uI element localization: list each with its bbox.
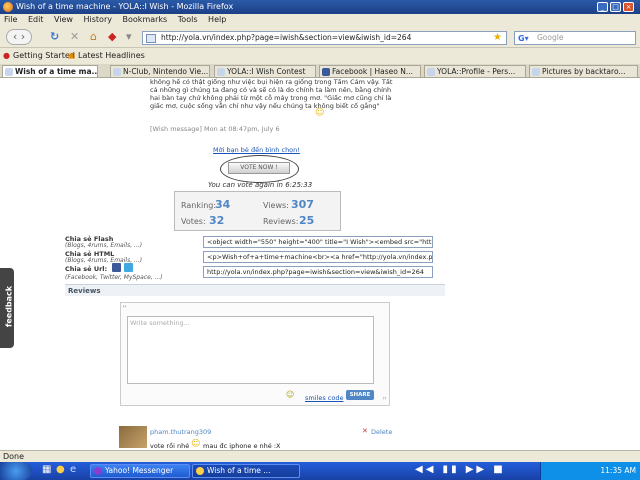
facebook-icon	[322, 68, 330, 76]
ranking-label: Ranking:	[181, 201, 217, 210]
status-text: Done	[3, 452, 25, 461]
menu-tools[interactable]: Tools	[178, 14, 198, 26]
emoticon-icon: ☺	[191, 439, 201, 449]
stop-icon[interactable]: ✕	[70, 30, 79, 44]
flash-embed-code-input[interactable]: <object width="550" height="400" title="…	[203, 236, 433, 248]
tab-favicon	[532, 68, 540, 76]
menu-bookmarks[interactable]: Bookmarks	[123, 14, 168, 26]
start-button[interactable]	[0, 462, 32, 480]
window-title: Wish of a time machine - YOLA::I Wish - …	[16, 2, 234, 11]
search-input[interactable]: G▾ Google	[514, 31, 636, 45]
vote-again-text: You can vote again in 6:25:33	[208, 181, 313, 189]
page-icon	[146, 34, 156, 43]
reviews-value: 25	[299, 214, 315, 227]
bookmarks-toolbar: ● Getting Started ▣ Latest Headlines	[0, 48, 640, 64]
getting-started-icon: ●	[3, 51, 10, 60]
tab-favicon	[113, 68, 121, 76]
comment-text-1: vote rồi nhé	[150, 442, 190, 450]
menu-file[interactable]: File	[4, 14, 17, 26]
comment-input[interactable]: Write something...	[127, 316, 374, 384]
tab-favicon	[5, 68, 13, 76]
vote-now-button[interactable]: VOTE NOW !	[228, 162, 290, 174]
menu-edit[interactable]: Edit	[28, 14, 44, 26]
tab-nclub[interactable]: N-Club, Nintendo Vie...	[110, 65, 210, 77]
rss-icon: ▣	[68, 51, 76, 60]
close-quote-icon: ”	[382, 396, 388, 407]
tab-wish-contest[interactable]: YOLA::I Wish Contest	[214, 65, 316, 77]
tab-facebook[interactable]: Facebook | Haseo N...	[319, 65, 421, 77]
facebook-share-icon[interactable]	[112, 263, 121, 272]
votes-label: Votes:	[181, 217, 206, 226]
reviews-header: Reviews	[65, 284, 445, 296]
clock[interactable]: 11:35 AM	[600, 466, 636, 475]
close-window-button[interactable]: ×	[623, 2, 634, 12]
dropdown-icon[interactable]: ▾	[126, 30, 132, 44]
reload-icon[interactable]: ↻	[50, 30, 59, 44]
twitter-share-icon[interactable]	[124, 263, 133, 272]
tab-wish[interactable]: Wish of a time ma...	[2, 65, 98, 77]
tab-strip: Wish of a time ma... N-Club, Nintendo Vi…	[0, 64, 640, 78]
quicklaunch-icon[interactable]: ▦	[42, 464, 51, 475]
smiles-code-link[interactable]: smiles code	[305, 394, 343, 402]
quicklaunch-ie-icon[interactable]: e	[70, 464, 76, 475]
search-placeholder: Google	[537, 33, 564, 42]
home-icon[interactable]: ⌂	[90, 30, 97, 44]
system-tray: 11:35 AM	[540, 462, 640, 480]
google-icon: G▾	[518, 34, 529, 43]
tab-profile[interactable]: YOLA::Profile - Pers...	[424, 65, 526, 77]
maximize-button[interactable]: □	[610, 2, 621, 12]
firefox-icon	[3, 2, 13, 12]
ranking-value: 34	[215, 198, 231, 211]
share-url-sub: (Facebook, Twitter, MySpace, ...)	[65, 274, 163, 281]
url-text: http://yola.vn/index.php?page=iwish&sect…	[161, 33, 412, 42]
views-label: Views:	[263, 201, 289, 210]
bookmark-latest-headlines[interactable]: Latest Headlines	[78, 48, 145, 64]
bookmark-getting-started[interactable]: Getting Started	[13, 48, 75, 64]
feedback-tab[interactable]: feedback	[0, 268, 14, 348]
smiley-picker-icon[interactable]: ☺	[286, 390, 294, 399]
menu-history[interactable]: History	[84, 14, 112, 26]
delete-icon[interactable]: ✕	[362, 427, 368, 435]
taskbar-firefox-window[interactable]: Wish of a time ...	[192, 464, 300, 478]
media-controls-icon[interactable]: ◀◀ ▮▮ ▶▶ ■	[415, 464, 506, 475]
comment-text-2: mau đc iphone e nhé :X	[203, 442, 281, 450]
firefox-task-icon	[196, 467, 204, 475]
status-bar: Done	[0, 450, 640, 462]
minimize-button[interactable]: _	[597, 2, 608, 12]
comment-author[interactable]: pham.thutrang309	[150, 428, 211, 436]
tab-pictures[interactable]: Pictures by backtaro...	[529, 65, 638, 77]
quicklaunch-firefox-icon[interactable]: ●	[56, 464, 65, 475]
back-button[interactable]: ‹ ›	[6, 29, 32, 45]
share-flash-sub: (Blogs, 4rums, Emails, ...)	[65, 242, 143, 249]
reviews-label: Reviews:	[263, 217, 299, 226]
taskbar: ▦ ● e Yahoo! Messenger Wish of a time ..…	[0, 462, 640, 480]
yahoo-icon	[94, 467, 102, 475]
open-quote-icon: “	[122, 304, 128, 315]
invite-friends-link[interactable]: Mời bạn bè đến bình chọn!	[213, 146, 300, 154]
tab-favicon	[427, 68, 435, 76]
share-url-label: Chia sẻ Url:	[65, 265, 108, 273]
wish-meta: [Wish message] Mon at 08:47pm, July 6	[150, 125, 280, 133]
votes-value: 32	[209, 214, 225, 227]
html-embed-code-input[interactable]: <p>Wish+of+a+time+machine<br><a href="ht…	[203, 251, 433, 263]
addon-icon[interactable]: ◆	[108, 30, 116, 44]
avatar[interactable]	[119, 426, 147, 448]
address-bar[interactable]: http://yola.vn/index.php?page=iwish&sect…	[142, 31, 507, 45]
window-title-bar: Wish of a time machine - YOLA::I Wish - …	[0, 0, 640, 14]
share-button[interactable]: SHARE	[346, 390, 374, 400]
share-url-input[interactable]: http://yola.vn/index.php?page=iwish&sect…	[203, 266, 433, 278]
page-content: không hề có thật giống như việc bụi hiện…	[0, 78, 640, 450]
views-value: 307	[291, 198, 314, 211]
taskbar-yahoo-messenger[interactable]: Yahoo! Messenger	[90, 464, 190, 478]
stats-panel: Ranking: 34 Views: 307 Votes: 32 Reviews…	[174, 191, 341, 231]
bookmark-star-icon[interactable]: ★	[493, 32, 502, 44]
menu-help[interactable]: Help	[208, 14, 226, 26]
feedback-label: feedback	[4, 285, 14, 328]
menu-bar: File Edit View History Bookmarks Tools H…	[0, 14, 640, 26]
delete-comment-link[interactable]: Delete	[371, 428, 392, 436]
smiley-icon: ☺	[315, 108, 325, 118]
wish-message-text: không hề có thật giống như việc bụi hiện…	[150, 78, 393, 110]
tab-favicon	[217, 68, 225, 76]
menu-view[interactable]: View	[54, 14, 73, 26]
